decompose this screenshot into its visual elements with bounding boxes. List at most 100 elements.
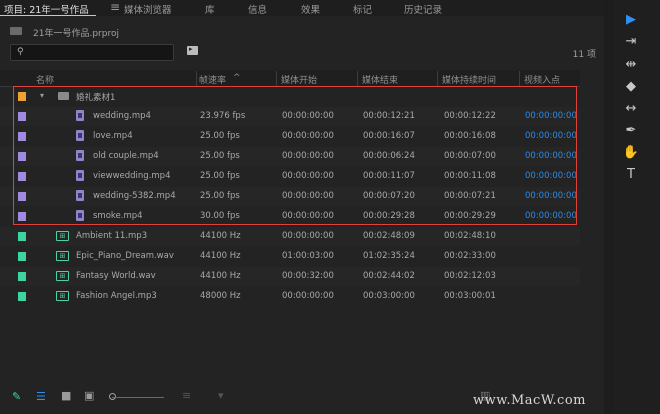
column-divider[interactable] (196, 71, 197, 86)
frame-rate-value: 25.00 fps (200, 171, 240, 181)
list-view-icon[interactable]: ☰ (36, 390, 46, 403)
column-media-duration[interactable]: 媒体持续时间 (442, 73, 496, 86)
project-panel: 项目: 21年一号作品 ≡ 媒体浏览器 库 信息 效果 标记 历史记录 21年一… (0, 0, 604, 414)
media-duration-value: 00:00:11:08 (444, 171, 496, 181)
media-end-value: 00:00:07:20 (363, 191, 415, 201)
sort-icons-icon[interactable]: ≡ (182, 389, 191, 402)
type-tool-icon[interactable]: T (621, 165, 641, 185)
label-color-swatch[interactable] (18, 272, 26, 281)
tab-project[interactable]: 项目: 21年一号作品 (4, 2, 89, 16)
media-start-value: 01:00:03:00 (282, 251, 334, 261)
pen-tool-icon[interactable]: ✒ (621, 121, 641, 141)
frame-rate-value: 25.00 fps (200, 151, 240, 161)
tab-markers[interactable]: 标记 (353, 2, 372, 16)
tab-info[interactable]: 信息 (248, 2, 267, 16)
label-color-swatch[interactable] (18, 252, 26, 261)
video-in-point-value[interactable]: 00:00:00:00 (525, 211, 577, 221)
clip-name: love.mp4 (93, 131, 133, 141)
column-media-end[interactable]: 媒体结束 (362, 73, 398, 86)
media-end-value: 00:00:12:21 (363, 111, 415, 121)
ripple-edit-tool-icon[interactable]: ⇹ (621, 55, 641, 75)
selection-tool-icon[interactable]: ▶ (621, 10, 641, 30)
watermark-text: www.MacW.com (473, 393, 586, 408)
column-divider[interactable] (437, 71, 438, 86)
label-color-swatch[interactable] (18, 152, 26, 161)
column-name[interactable]: 名称 (36, 73, 54, 86)
sample-rate-value: 48000 Hz (200, 291, 241, 301)
table-row[interactable]: wedding-5382.mp4 25.00 fps 00:00:00:00 00:0… (0, 187, 580, 206)
label-color-swatch[interactable] (18, 212, 26, 221)
zoom-slider-track[interactable] (112, 397, 164, 398)
media-start-value: 00:00:00:00 (282, 131, 334, 141)
media-end-value: 00:02:44:02 (363, 271, 415, 281)
tab-history[interactable]: 历史记录 (404, 2, 442, 16)
icon-view-icon[interactable]: ■ (61, 389, 71, 402)
search-icon: ⚲ (17, 47, 24, 57)
label-color-swatch[interactable] (18, 232, 26, 241)
clip-name: wedding.mp4 (93, 111, 151, 121)
write-protect-icon[interactable]: ✎ (12, 390, 21, 403)
search-input[interactable]: ⚲ (10, 44, 174, 61)
label-color-swatch[interactable] (18, 172, 26, 181)
bin-icon: ▸ (189, 45, 193, 53)
item-count: 11 项 (572, 50, 596, 60)
table-row[interactable]: love.mp4 25.00 fps 00:00:00:00 00:00:16:07 0… (0, 127, 580, 146)
bin-name: 婚礼素材1 (76, 93, 116, 103)
media-end-value: 00:03:00:00 (363, 291, 415, 301)
table-row[interactable]: old couple.mp4 25.00 fps 00:00:00:00 00:00:… (0, 147, 580, 166)
label-color-swatch[interactable] (18, 292, 26, 301)
media-duration-value: 00:00:07:00 (444, 151, 496, 161)
panel-tab-bar: 项目: 21年一号作品 ≡ 媒体浏览器 库 信息 效果 标记 历史记录 (0, 0, 604, 16)
video-clip-icon (76, 110, 84, 121)
column-divider[interactable] (519, 71, 520, 86)
media-end-value: 00:00:29:28 (363, 211, 415, 221)
video-in-point-value[interactable]: 00:00:00:00 (525, 191, 577, 201)
media-start-value: 00:00:00:00 (282, 171, 334, 181)
column-divider[interactable] (276, 71, 277, 86)
clip-name: Fantasy World.wav (76, 271, 156, 281)
label-color-swatch[interactable] (18, 192, 26, 201)
automate-to-sequence-icon[interactable]: ▾ (218, 389, 224, 402)
video-in-point-value[interactable]: 00:00:00:00 (525, 111, 577, 121)
table-row[interactable]: wedding.mp4 23.976 fps 00:00:00:00 00:00:12… (0, 107, 580, 126)
media-end-value: 00:00:16:07 (363, 131, 415, 141)
table-row[interactable]: ⊞ Ambient 11.mp3 44100 Hz 00:00:00:00 00:02:… (0, 227, 580, 246)
table-row[interactable]: ⊞ Epic_Piano_Dream.wav 44100 Hz 01:00:03:00… (0, 247, 580, 266)
label-color-swatch[interactable] (18, 132, 26, 141)
media-duration-value: 00:03:00:01 (444, 291, 496, 301)
column-divider[interactable] (357, 71, 358, 86)
audio-clip-icon: ⊞ (56, 251, 69, 261)
new-bin-from-search-button[interactable]: ▸ (187, 45, 198, 55)
active-tab-indicator (0, 15, 96, 16)
sort-ascending-icon[interactable]: ^ (233, 73, 241, 83)
razor-tool-icon[interactable]: ◆ (621, 77, 641, 97)
hand-tool-icon[interactable]: ✋ (621, 143, 641, 163)
table-row[interactable]: viewwedding.mp4 25.00 fps 00:00:00:00 00:00… (0, 167, 580, 186)
tab-media-browser[interactable]: 媒体浏览器 (124, 2, 172, 16)
table-row[interactable]: smoke.mp4 30.00 fps 00:00:00:00 00:00:29:28… (0, 207, 580, 226)
table-row[interactable]: ⊞ Fashion Angel.mp3 48000 Hz 00:00:00:00 00:… (0, 287, 580, 306)
table-row[interactable]: ⊞ Fantasy World.wav 44100 Hz 00:00:32:00 00:… (0, 267, 580, 286)
tab-libraries[interactable]: 库 (205, 2, 215, 16)
label-color-swatch[interactable] (18, 92, 26, 101)
disclosure-chevron-icon[interactable]: ▾ (40, 91, 44, 100)
track-select-tool-icon[interactable]: ⇥ (621, 32, 641, 52)
slip-tool-icon[interactable]: ↔ (621, 99, 641, 119)
column-media-start[interactable]: 媒体开始 (281, 73, 317, 86)
clip-name: old couple.mp4 (93, 151, 159, 161)
media-start-value: 00:00:00:00 (282, 111, 334, 121)
video-in-point-value[interactable]: 00:00:00:00 (525, 131, 577, 141)
column-video-in-point[interactable]: 视频入点 (524, 73, 560, 86)
video-in-point-value[interactable]: 00:00:00:00 (525, 171, 577, 181)
label-color-swatch[interactable] (18, 112, 26, 121)
video-in-point-value[interactable]: 00:00:00:00 (525, 151, 577, 161)
frame-rate-value: 25.00 fps (200, 191, 240, 201)
tab-effects[interactable]: 效果 (301, 2, 320, 16)
freeform-view-icon[interactable]: ▣ (84, 389, 94, 402)
video-clip-icon (76, 130, 84, 141)
clip-name: Epic_Piano_Dream.wav (76, 251, 174, 261)
panel-menu-icon[interactable]: ≡ (110, 0, 120, 14)
table-row[interactable]: ▾ 婚礼素材1 (0, 87, 580, 106)
column-frame-rate[interactable]: 帧速率 (199, 73, 226, 86)
frame-rate-value: 23.976 fps (200, 111, 246, 121)
